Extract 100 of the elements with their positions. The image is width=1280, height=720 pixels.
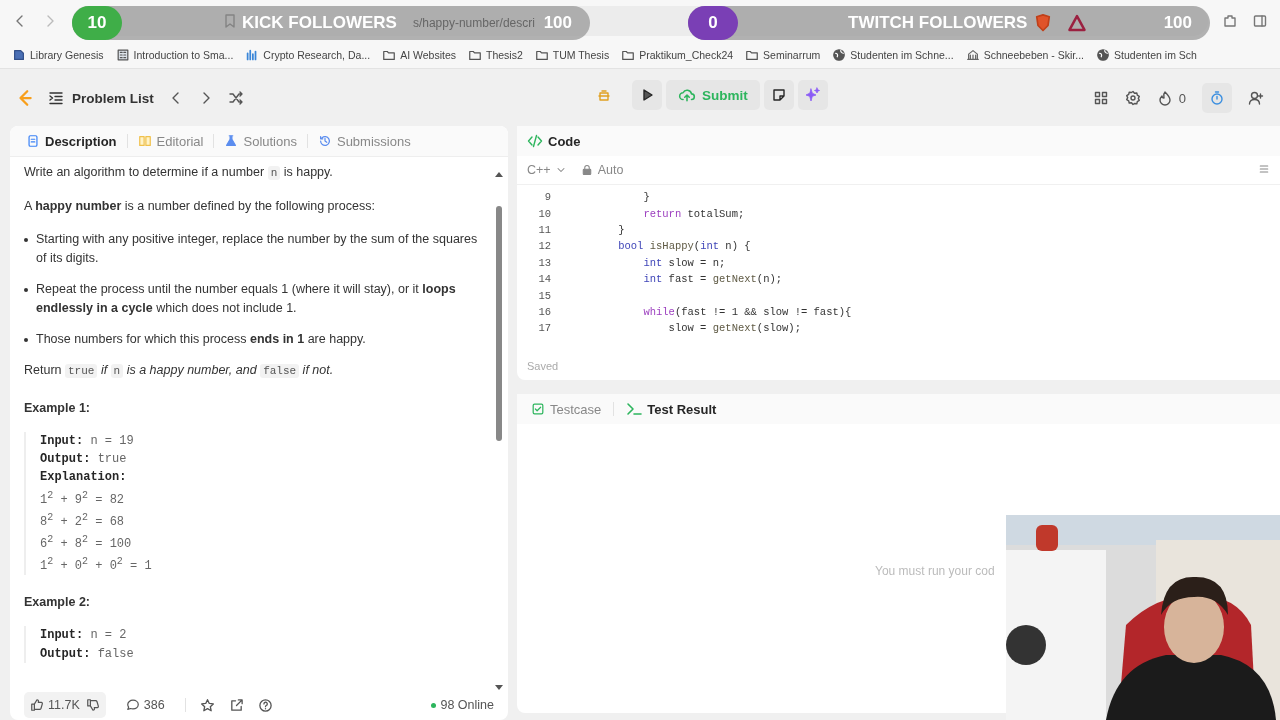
lock-icon xyxy=(580,164,593,176)
panel-title: Code xyxy=(548,133,581,149)
bookmark[interactable]: TUM Thesis xyxy=(534,48,610,62)
folder-icon[interactable] xyxy=(467,48,482,62)
bookmark[interactable]: Studenten im Sch xyxy=(1096,48,1197,62)
line-number: 9 xyxy=(543,191,552,204)
document-icon[interactable] xyxy=(115,48,130,62)
stopwatch-icon xyxy=(1209,90,1225,106)
assistant-button[interactable] xyxy=(797,80,828,110)
line-number: 13 xyxy=(537,256,552,269)
bookmark[interactable]: Crypto Research, Da... xyxy=(245,48,371,62)
history-icon[interactable] xyxy=(317,134,332,148)
folder-icon[interactable] xyxy=(382,48,397,62)
panel-tab[interactable]: Description xyxy=(22,133,121,149)
description-text: Write an algorithm to determine if a number n is happy. xyxy=(24,164,334,182)
bookmark[interactable]: Library Genesis xyxy=(12,48,104,62)
thumbs-up-icon xyxy=(30,698,44,712)
code-line[interactable]: bool isHappy(int n) { xyxy=(593,240,751,253)
panel-tab[interactable]: Test Result xyxy=(622,401,721,417)
triangle-icon xyxy=(1067,13,1088,33)
language-dropdown[interactable]: C++ xyxy=(527,163,567,177)
bullet-icon xyxy=(24,238,28,242)
description-text: A happy number is a number defined by the following process: xyxy=(24,198,376,215)
timer-button[interactable] xyxy=(1202,83,1232,113)
flame-icon xyxy=(1156,90,1173,106)
folder-icon[interactable] xyxy=(621,48,636,62)
folder-icon[interactable] xyxy=(534,48,549,62)
code-line[interactable]: } xyxy=(593,191,650,204)
checkbox-icon[interactable] xyxy=(531,402,545,416)
example-line: Output: false xyxy=(40,645,135,663)
bookmark[interactable]: Seminarrum xyxy=(745,48,821,62)
description-text: Return true if n is a happy number, and false if not. xyxy=(24,362,335,380)
sparkle-icon xyxy=(804,87,821,103)
auto-mode-label[interactable]: Auto xyxy=(580,163,624,177)
line-number: 11 xyxy=(537,223,552,236)
bullet-icon xyxy=(24,338,28,342)
bookmark[interactable]: Introduction to Sma... xyxy=(115,48,234,62)
online-count: 98 Online xyxy=(431,698,494,712)
panel-tab[interactable]: Submissions xyxy=(313,133,415,149)
example-line: Explanation: xyxy=(40,469,128,487)
thumbs-down-icon[interactable] xyxy=(85,698,100,712)
bookmark[interactable]: Studenten im Schne... xyxy=(832,48,954,62)
follower-count: 10 xyxy=(72,6,122,40)
follower-goal-title: KICK FOLLOWERS xyxy=(242,13,397,33)
example-line: 8$^{2}$ + 2$^{2}$ = 68 xyxy=(40,510,126,531)
note-icon xyxy=(770,87,787,103)
bullet-icon xyxy=(24,288,28,292)
code-line[interactable]: slow = getNext(slow); xyxy=(593,322,801,335)
building-icon[interactable] xyxy=(965,48,980,62)
code-line[interactable]: int fast = getNext(n); xyxy=(593,273,783,286)
code-line[interactable]: } xyxy=(593,223,625,236)
code-line[interactable]: int slow = n; xyxy=(593,256,726,269)
streak-counter[interactable]: 0 xyxy=(1156,90,1186,106)
follower-count: 0 xyxy=(688,6,738,40)
settings-icon[interactable] xyxy=(1124,90,1141,106)
follower-goal: 100 xyxy=(543,13,572,33)
line-number: 15 xyxy=(537,289,552,302)
folder-icon[interactable] xyxy=(745,48,760,62)
save-status: Saved xyxy=(526,360,560,374)
sidebar-icon[interactable] xyxy=(1252,13,1268,29)
list-icon xyxy=(48,90,64,106)
example-line: Input: n = 2 xyxy=(40,627,128,645)
description-text: Those numbers for which this process ends in 1 are happy. xyxy=(36,331,366,348)
panel-tab[interactable]: Testcase xyxy=(527,401,606,417)
example-title: Example 2: xyxy=(24,594,91,612)
example-line: Input: n = 19 xyxy=(40,433,135,450)
add-user-icon[interactable] xyxy=(1248,90,1264,106)
star-icon[interactable] xyxy=(199,697,215,713)
shuffle-icon[interactable] xyxy=(227,90,244,106)
code-icon xyxy=(527,133,543,149)
note-button[interactable] xyxy=(763,80,794,110)
share-icon[interactable] xyxy=(228,697,244,713)
terminal-prompt-icon[interactable] xyxy=(626,401,643,417)
comments-button[interactable]: 386 xyxy=(119,698,171,712)
code-line[interactable]: while(fast != 1 && slow != fast){ xyxy=(593,305,852,318)
line-number: 16 xyxy=(537,305,552,318)
line-number: 17 xyxy=(537,322,552,335)
layout-icon[interactable] xyxy=(1092,90,1109,106)
bookmark[interactable]: Schneebeben - Skir... xyxy=(965,48,1085,62)
run-button[interactable] xyxy=(632,80,662,110)
comment-icon xyxy=(125,698,140,712)
follower-goal-title: TWITCH FOLLOWERS xyxy=(848,13,1028,33)
problem-list-link[interactable]: Problem List xyxy=(48,90,154,106)
example-line: 1$^{2}$ + 0$^{2}$ + 0$^{2}$ = 1 xyxy=(40,555,153,576)
line-number: 14 xyxy=(537,273,552,286)
bookmark[interactable]: AI Websites xyxy=(382,48,456,62)
panel-tab[interactable]: Solutions xyxy=(220,133,301,149)
flask-icon[interactable] xyxy=(224,134,239,148)
bookmark[interactable]: Thesis2 xyxy=(467,48,523,62)
help-icon[interactable] xyxy=(257,697,273,713)
extensions-icon[interactable] xyxy=(1222,13,1238,29)
globe-icon[interactable] xyxy=(1096,48,1111,62)
code-line[interactable]: return totalSum; xyxy=(593,207,745,220)
line-number: 10 xyxy=(537,207,552,220)
globe-icon[interactable] xyxy=(832,48,847,62)
bookmark[interactable]: Praktikum_Check24 xyxy=(621,48,734,62)
book-icon[interactable] xyxy=(12,48,26,62)
description-text: Repeat the process until the number equals 1 (where it will stay), or it loops endlessly in a cycle which does not include 1. xyxy=(36,281,457,317)
follower-goal: 100 xyxy=(1163,13,1192,33)
panel-tab[interactable]: Editorial xyxy=(133,133,208,149)
